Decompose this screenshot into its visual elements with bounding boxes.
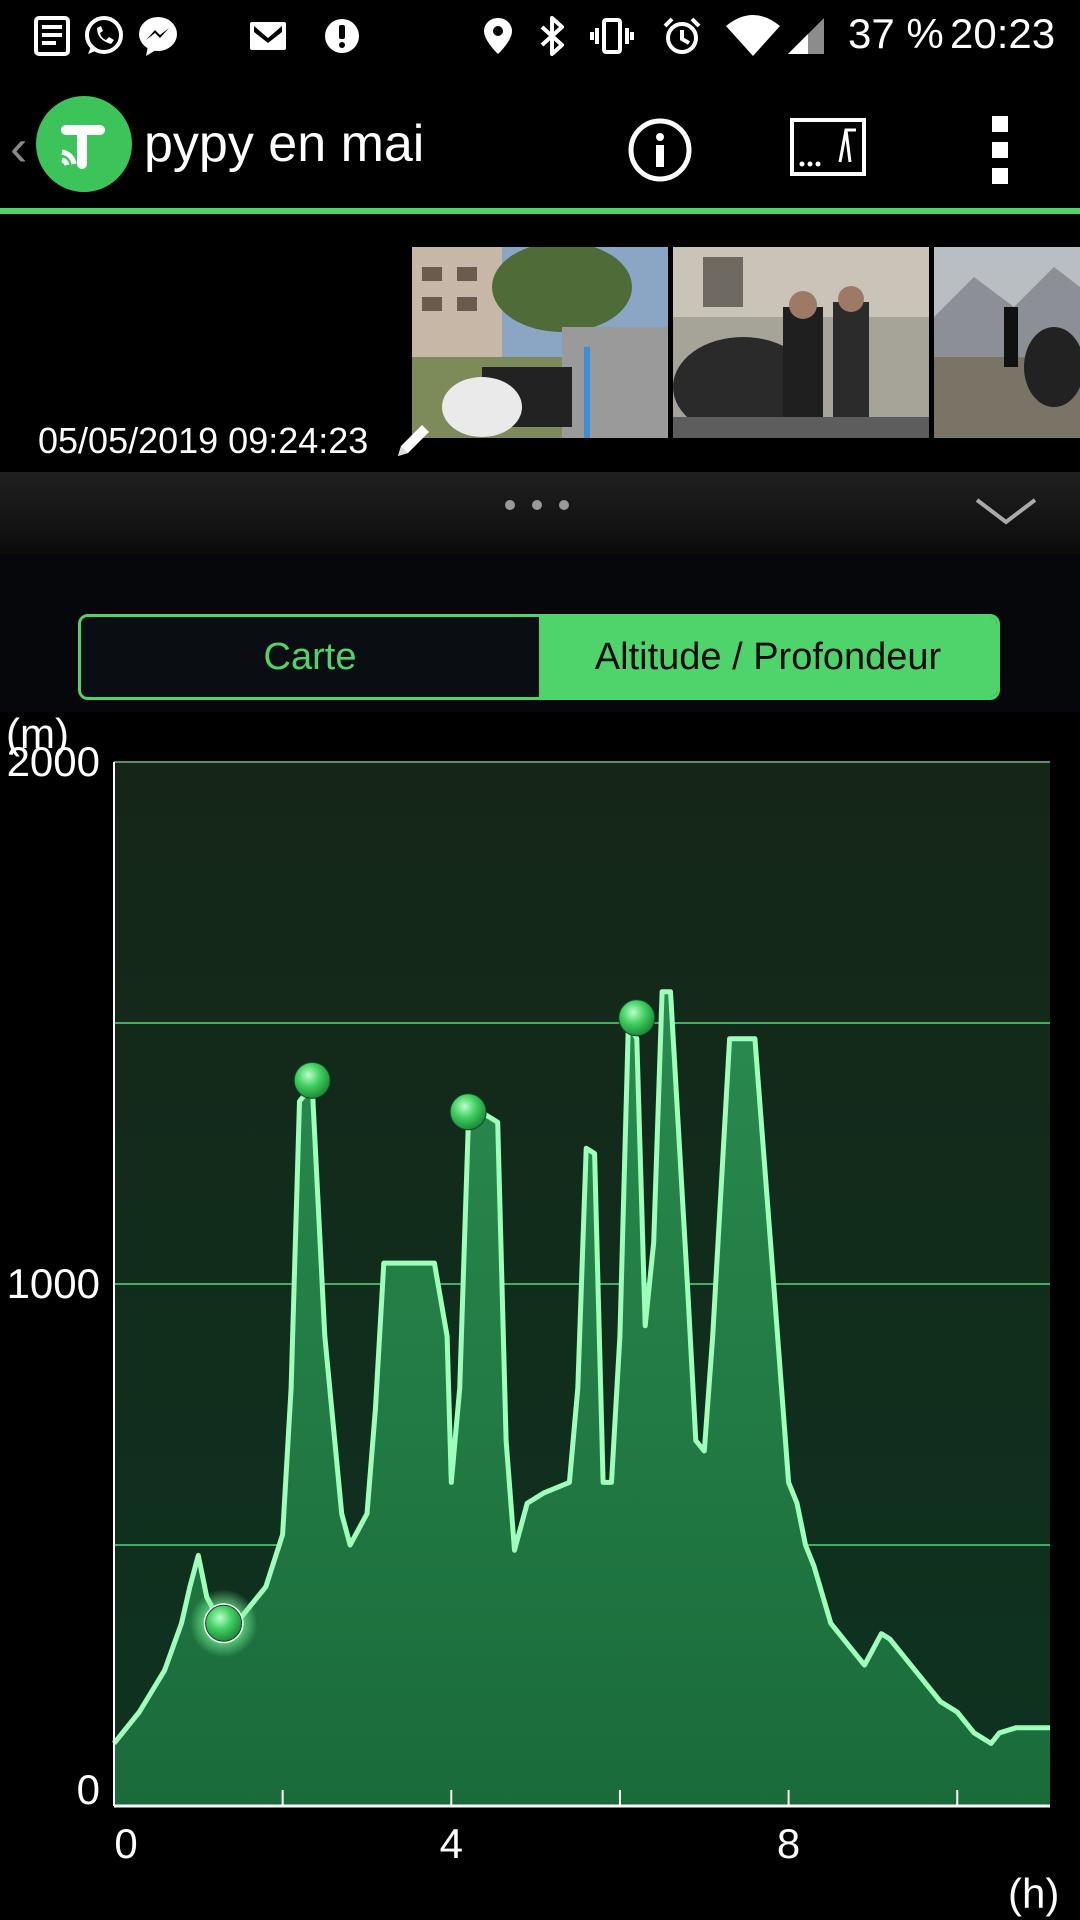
photo-marker[interactable]	[205, 1604, 243, 1642]
x-tick-label: 4	[440, 1820, 463, 1867]
y-tick-label: 1000	[7, 1260, 100, 1307]
y-tick-label: 0	[77, 1766, 100, 1813]
photo-marker[interactable]	[293, 1061, 331, 1099]
photo-marker[interactable]	[618, 999, 656, 1037]
y-axis-unit-label: (m)	[6, 710, 69, 757]
x-axis-unit-label: (h)	[1008, 1870, 1059, 1917]
photo-marker[interactable]	[449, 1093, 487, 1131]
altitude-chart: 2000100000 4 8 (m) (h)	[6, 710, 1059, 1917]
x-tick-label: 8	[777, 1820, 800, 1867]
x-tick-label: 0	[114, 1820, 137, 1867]
